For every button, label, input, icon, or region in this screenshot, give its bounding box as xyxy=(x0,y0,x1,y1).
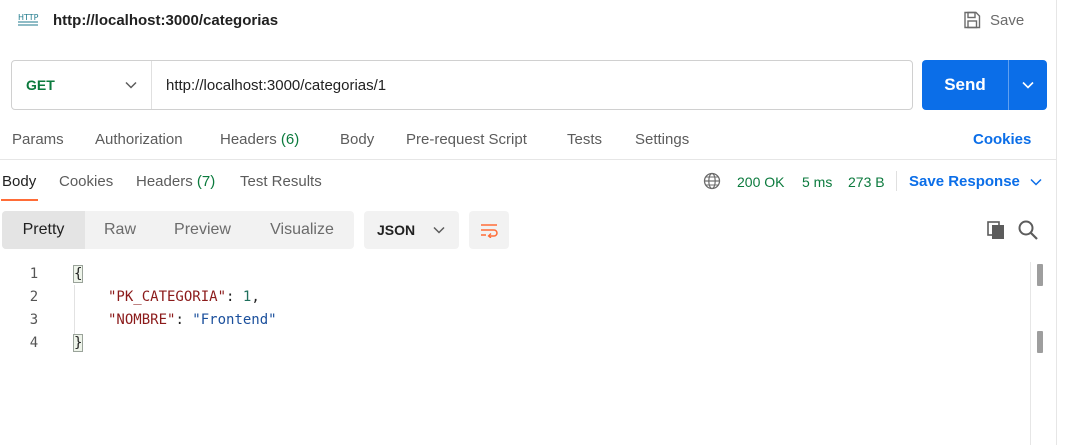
tab-body[interactable]: Body xyxy=(340,131,374,148)
chevron-down-icon xyxy=(125,81,137,89)
close-brace: } xyxy=(72,334,84,352)
divider xyxy=(896,171,897,191)
scrollbar-marker[interactable] xyxy=(1037,264,1043,286)
http-icon: HTTP xyxy=(18,13,39,26)
send-button[interactable]: Send xyxy=(922,60,1047,110)
json-value: 1 xyxy=(242,289,252,305)
line-number: 1 xyxy=(29,266,39,282)
search-icon[interactable] xyxy=(1017,219,1039,241)
method-select[interactable]: GET xyxy=(12,61,152,109)
view-mode-pretty[interactable]: Pretty xyxy=(2,211,85,249)
active-tab-indicator xyxy=(1,199,38,201)
response-tab-headers-label: Headers xyxy=(136,173,193,190)
line-number: 2 xyxy=(29,289,39,305)
tab-params[interactable]: Params xyxy=(12,131,64,148)
response-tabs: Body Cookies Headers (7) Test Results 20… xyxy=(0,161,1056,201)
response-time[interactable]: 5 ms xyxy=(802,174,832,190)
format-select[interactable]: JSON xyxy=(364,211,459,249)
globe-icon[interactable] xyxy=(703,172,721,190)
scrollbar-marker[interactable] xyxy=(1037,331,1043,353)
format-label: JSON xyxy=(377,222,416,238)
status-code[interactable]: 200 OK xyxy=(737,174,784,190)
code-line: "PK_CATEGORIA": 1, xyxy=(108,289,260,305)
code-line: } xyxy=(72,334,84,352)
cookies-link[interactable]: Cookies xyxy=(973,131,1031,148)
open-brace: { xyxy=(72,265,84,283)
response-tab-test-results[interactable]: Test Results xyxy=(240,173,322,190)
copy-icon[interactable] xyxy=(985,219,1007,241)
view-mode-preview[interactable]: Preview xyxy=(155,211,250,249)
save-response-label: Save Response xyxy=(909,173,1020,190)
response-size[interactable]: 273 B xyxy=(848,174,885,190)
tab-authorization[interactable]: Authorization xyxy=(95,131,183,148)
tab-headers[interactable]: Headers (6) xyxy=(220,131,299,148)
response-tab-headers-count: (7) xyxy=(196,173,216,190)
request-title[interactable]: http://localhost:3000/categorias xyxy=(53,12,278,29)
json-key: "PK_CATEGORIA" xyxy=(108,289,227,305)
response-tab-headers[interactable]: Headers (7) xyxy=(136,173,215,190)
json-key: "NOMBRE" xyxy=(108,312,176,328)
save-icon xyxy=(964,11,981,29)
line-number: 4 xyxy=(29,335,39,351)
response-tab-cookies[interactable]: Cookies xyxy=(59,173,113,190)
send-options-button[interactable] xyxy=(1009,81,1047,89)
tab-pre-request-script[interactable]: Pre-request Script xyxy=(406,131,527,148)
view-mode-raw[interactable]: Raw xyxy=(85,211,155,249)
request-tabs: Params Authorization Headers (6) Body Pr… xyxy=(0,124,1056,160)
chevron-down-icon xyxy=(1022,81,1034,89)
request-header: HTTP http://localhost:3000/categorias Sa… xyxy=(0,0,1056,42)
chevron-down-icon xyxy=(1030,178,1042,186)
json-value: "Frontend" xyxy=(192,312,277,328)
response-tab-body[interactable]: Body xyxy=(2,173,36,190)
save-button[interactable]: Save xyxy=(962,8,1024,32)
method-label: GET xyxy=(26,77,55,93)
response-body-editor[interactable]: 1 2 3 4 { "PK_CATEGORIA": 1, "NOMBRE": "… xyxy=(0,262,1030,445)
chevron-down-icon xyxy=(433,226,445,234)
scrollbar-track[interactable] xyxy=(1030,262,1031,445)
code-line: "NOMBRE": "Frontend" xyxy=(108,312,277,328)
view-mode-visualize[interactable]: Visualize xyxy=(250,211,354,249)
send-label: Send xyxy=(944,75,986,94)
tab-settings[interactable]: Settings xyxy=(635,131,689,148)
code-line: { xyxy=(72,265,84,283)
tab-headers-count: (6) xyxy=(280,131,300,148)
save-response-button[interactable]: Save Response xyxy=(909,173,1042,190)
line-number: 3 xyxy=(29,312,39,328)
svg-text:HTTP: HTTP xyxy=(18,13,39,22)
tab-tests[interactable]: Tests xyxy=(567,131,602,148)
tab-headers-label: Headers xyxy=(220,131,277,148)
url-input[interactable] xyxy=(152,61,912,109)
panel-border xyxy=(1056,0,1057,445)
url-bar: GET xyxy=(11,60,913,110)
view-mode-selector: Pretty Raw Preview Visualize xyxy=(2,211,354,249)
wrap-lines-icon xyxy=(481,224,498,238)
wrap-lines-button[interactable] xyxy=(469,211,509,249)
save-label: Save xyxy=(990,11,1025,29)
